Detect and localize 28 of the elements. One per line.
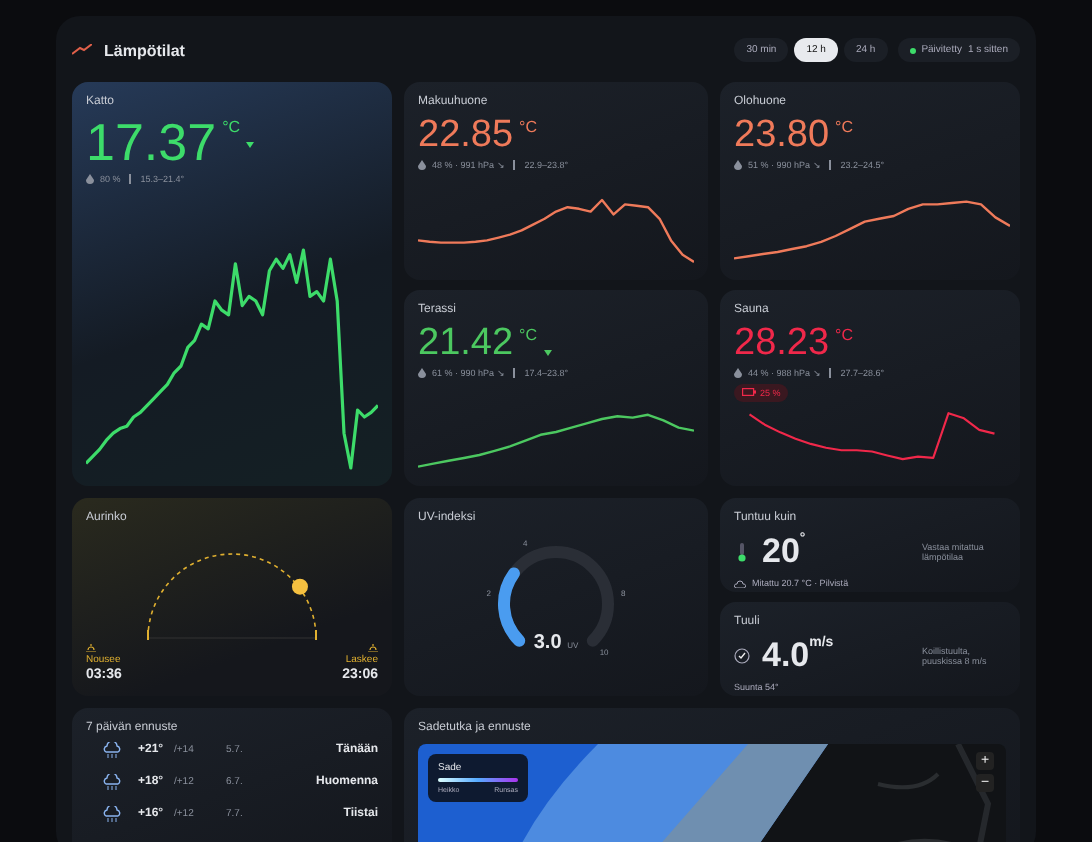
rain-cloud-icon — [102, 742, 122, 758]
droplet-icon — [418, 160, 426, 170]
chart-logo-icon — [72, 44, 92, 56]
unit-label: °C — [519, 118, 538, 136]
droplet-icon — [734, 367, 742, 377]
droplet-icon — [86, 174, 94, 184]
temperature-value: 22.85 — [418, 116, 514, 154]
sunrise-marker — [147, 630, 149, 640]
battery-icon — [742, 388, 756, 396]
unit-label: °C — [835, 118, 854, 136]
uv-gauge-fill — [498, 567, 526, 647]
dashboard-title: Lämpötilat — [104, 41, 187, 59]
rain-cloud-icon — [102, 774, 122, 790]
droplet-icon — [418, 367, 426, 377]
rain-cloud-icon — [102, 806, 122, 822]
temperature-value: 21.42 — [418, 323, 514, 361]
cloud-icon — [734, 579, 746, 587]
sunset-icon — [368, 644, 378, 652]
unit-label: °C — [835, 325, 854, 343]
unit-label: °C — [519, 325, 538, 343]
sunrise-icon — [86, 644, 96, 652]
sun-icon — [291, 578, 308, 595]
temperature-value: 17.37 — [86, 116, 217, 168]
unit-label: °C — [222, 118, 241, 136]
temperature-value: 23.80 — [734, 116, 830, 154]
sunset-marker — [315, 630, 317, 640]
droplet-icon — [734, 160, 742, 170]
temperature-value: 28.23 — [734, 323, 830, 361]
